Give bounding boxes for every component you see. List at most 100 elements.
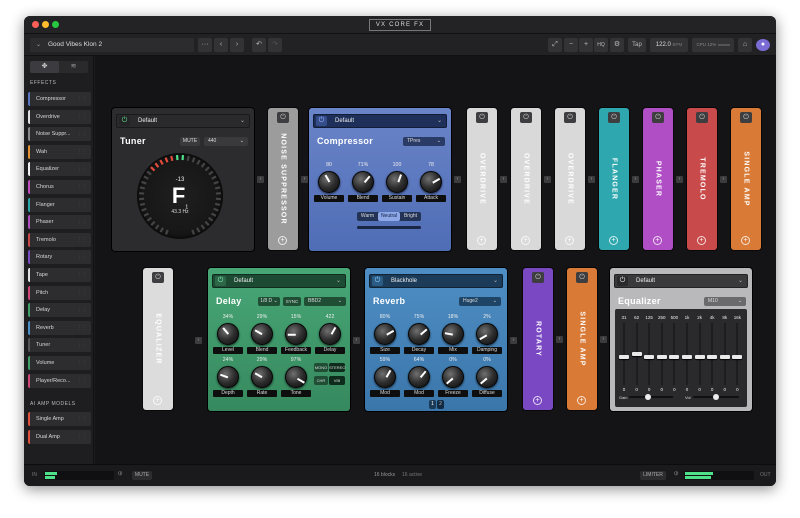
tuner-preset-selector[interactable]: ⏻ Default ⌄ <box>116 114 250 128</box>
eq-band-slider[interactable] <box>660 323 663 385</box>
drag-handle-icon[interactable]: ⋮⋮ <box>77 198 87 212</box>
stereo-button[interactable]: STEREO <box>329 363 345 372</box>
mode-warm-button[interactable]: Warm <box>357 212 378 221</box>
chorus-mod-button[interactable]: CHR <box>314 376 328 385</box>
drag-handle-icon[interactable]: ⋮⋮ <box>77 180 87 194</box>
knob-size[interactable]: 80% Size <box>369 314 401 354</box>
sidebar-item-effect[interactable]: Equalizer ⋮⋮ <box>28 162 91 177</box>
knob-freeze[interactable]: 0% Freeze <box>437 357 469 397</box>
power-icon[interactable]: ⏻ <box>277 112 289 123</box>
sidebar-item-effect[interactable]: Tape ⋮⋮ <box>28 268 91 282</box>
minimize-window-button[interactable] <box>42 21 49 28</box>
vol-slider-handle[interactable] <box>713 394 719 400</box>
knob-dial[interactable] <box>408 366 430 388</box>
eq-band-slider[interactable] <box>648 323 651 385</box>
sidebar-item-effect[interactable]: Wah ⋮⋮ <box>28 144 91 159</box>
undo-button[interactable]: ↶ <box>252 38 266 52</box>
output-gain-icon[interactable]: ⦶ <box>674 471 678 478</box>
vibrato-mod-button[interactable]: VIB <box>329 376 345 385</box>
knob-dial[interactable] <box>442 366 464 388</box>
eq-band-slider[interactable] <box>686 323 688 385</box>
add-block-icon[interactable]: + <box>153 396 162 405</box>
sidebar-item-effect[interactable]: Volume ⋮⋮ <box>28 356 91 370</box>
add-block-icon[interactable]: + <box>697 236 706 245</box>
knob-dial[interactable] <box>408 323 430 345</box>
eq-band-slider[interactable] <box>623 323 625 385</box>
delay-preset-selector[interactable]: ⏻ Default ⌄ <box>212 274 346 288</box>
power-icon[interactable]: ⏻ <box>520 112 532 123</box>
knob-damping[interactable]: 2% Damping <box>471 314 503 354</box>
sidebar-item-amp[interactable]: Single Amp ⋮⋮ <box>28 412 91 426</box>
reverb-page-2-button[interactable]: 2 <box>437 400 444 409</box>
reference-pitch-select[interactable]: 440 ⌄ <box>204 137 248 146</box>
knob-rate[interactable]: 29% Rate <box>246 357 278 397</box>
power-icon[interactable]: ⏻ <box>119 116 130 126</box>
next-preset-button[interactable]: › <box>230 38 244 52</box>
chain-connector[interactable]: › <box>500 176 507 183</box>
add-block-icon[interactable]: + <box>609 236 618 245</box>
knob-dial[interactable] <box>374 323 396 345</box>
knob-volume[interactable]: 80 Volume <box>313 162 345 202</box>
sidebar-item-effect[interactable]: Tuner ⋮⋮ <box>28 338 91 353</box>
effect-strip[interactable]: ⏻ ROTARY + <box>523 268 553 410</box>
drag-handle-icon[interactable]: ⋮⋮ <box>77 233 87 247</box>
drag-handle-icon[interactable]: ⋮⋮ <box>77 338 87 352</box>
knob-dial[interactable] <box>374 366 396 388</box>
eq-band-handle[interactable] <box>694 355 705 360</box>
eq-band-handle[interactable] <box>707 355 718 360</box>
more-button[interactable]: ··· <box>198 38 212 52</box>
chain-connector[interactable]: › <box>353 337 360 344</box>
gain-slider-handle[interactable] <box>645 394 651 400</box>
effect-strip[interactable]: ⏻ OVERDRIVE + <box>555 108 585 250</box>
settings-gear-icon[interactable]: ⚙ <box>610 38 624 52</box>
power-icon[interactable]: ⏻ <box>316 116 327 126</box>
power-icon[interactable]: ⏻ <box>532 272 544 283</box>
chain-connector[interactable]: › <box>301 176 308 183</box>
drag-handle-icon[interactable]: ⋮⋮ <box>77 268 87 282</box>
tempo-field[interactable]: 122.0 BPM <box>650 38 688 52</box>
drag-handle-icon[interactable]: ⋮⋮ <box>77 412 87 426</box>
power-icon[interactable]: ⏻ <box>696 112 708 123</box>
knob-dial[interactable] <box>217 323 239 345</box>
prev-preset-button[interactable]: ‹ <box>214 38 228 52</box>
add-block-icon[interactable]: + <box>278 236 287 245</box>
delay-model-select[interactable]: BBD2 ⌄ <box>304 297 346 306</box>
power-icon[interactable]: ⏻ <box>372 276 383 286</box>
knob-dial[interactable] <box>386 171 408 193</box>
chain-connector[interactable]: › <box>195 337 202 344</box>
chain-connector[interactable]: › <box>556 336 563 343</box>
eq-band-handle[interactable] <box>682 355 692 360</box>
sidebar-item-effect[interactable]: Chorus ⋮⋮ <box>28 180 91 194</box>
power-icon[interactable]: ⏻ <box>215 276 226 286</box>
tap-tempo-button[interactable]: Tap <box>628 38 646 52</box>
sidebar-item-effect[interactable]: Rotary ⋮⋮ <box>28 250 91 265</box>
add-block-icon[interactable]: + <box>521 236 530 245</box>
knob-dial[interactable] <box>251 323 273 345</box>
delay-sync-button[interactable]: SYNC <box>283 297 301 306</box>
reverb-preset-selector[interactable]: ⏻ Blackhole ⌄ <box>369 274 503 288</box>
power-icon[interactable]: ⏻ <box>652 112 664 123</box>
drag-handle-icon[interactable]: ⋮⋮ <box>77 92 87 106</box>
eq-band-slider[interactable] <box>711 323 714 385</box>
reverb-model-select[interactable]: Huge2 ⌄ <box>459 297 501 306</box>
sidebar-item-effect[interactable]: Noise Suppr... ⋮⋮ <box>28 127 91 142</box>
sidebar-item-effect[interactable]: Player/Reco... ⋮⋮ <box>28 373 91 388</box>
sidebar-item-effect[interactable]: Flanger ⋮⋮ <box>28 197 91 212</box>
knob-sustain[interactable]: 100 Sustain <box>381 162 413 202</box>
knob-dial[interactable] <box>442 323 464 345</box>
expand-icon[interactable]: ⤢ <box>548 38 562 52</box>
power-icon[interactable]: ⏻ <box>564 112 576 123</box>
add-block-icon[interactable]: + <box>533 396 542 405</box>
chain-connector[interactable]: › <box>600 336 607 343</box>
reverb-page-1-button[interactable]: 1 <box>429 400 436 409</box>
close-window-button[interactable] <box>32 21 39 28</box>
drag-handle-icon[interactable]: ⋮⋮ <box>77 215 87 229</box>
knob-diffuse[interactable]: 0% Diffuse <box>471 357 503 397</box>
sidebar-item-effect[interactable]: Phaser ⋮⋮ <box>28 215 91 230</box>
drag-handle-icon[interactable]: ⋮⋮ <box>77 374 87 388</box>
chain-connector[interactable]: › <box>544 176 551 183</box>
knob-dial[interactable] <box>285 323 307 345</box>
knob-mod[interactable]: 59% Mod <box>369 357 401 397</box>
compressor-model-select[interactable]: TPres ⌄ <box>403 137 445 146</box>
minus-button[interactable]: − <box>564 38 578 52</box>
